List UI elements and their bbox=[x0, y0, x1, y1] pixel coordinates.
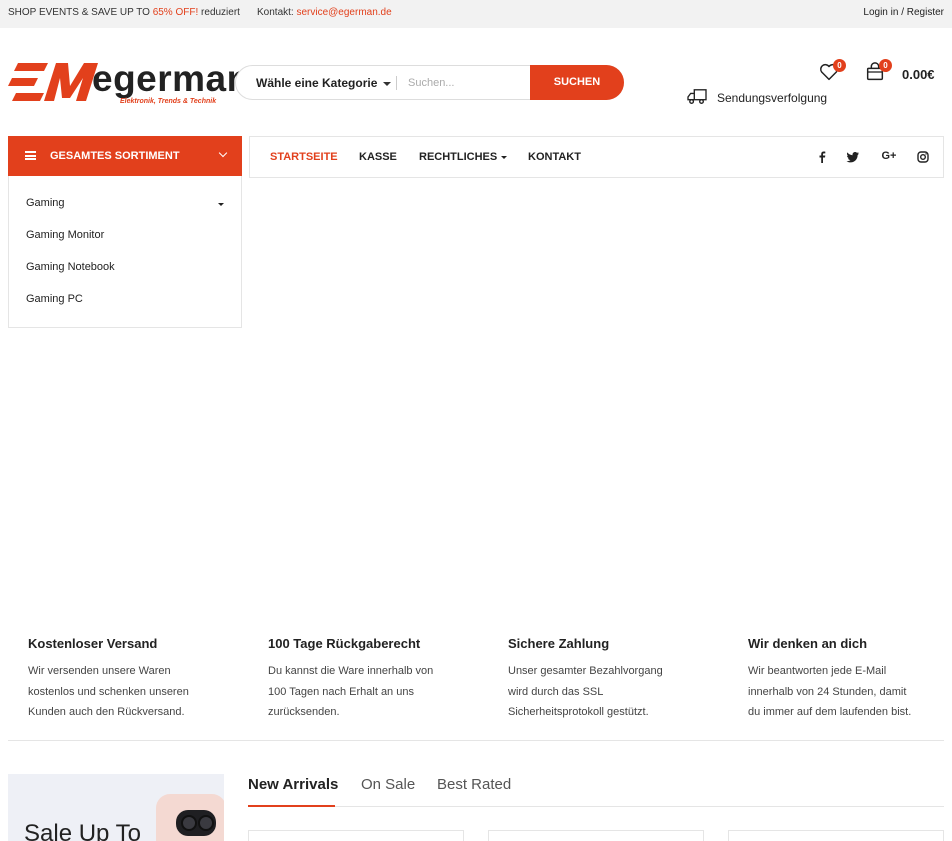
caret-down-icon[interactable] bbox=[218, 203, 224, 206]
promo-highlight: 65% OFF! bbox=[152, 7, 199, 18]
camera-lens-image bbox=[198, 815, 214, 831]
feature-line: Wir versenden unsere Waren bbox=[28, 665, 171, 677]
feature-line: wird durch das SSL bbox=[508, 685, 604, 698]
feature-title: Wir denken an dich bbox=[748, 636, 868, 651]
feature-text: Du kannst die Ware innerhalb von 100 Tag… bbox=[268, 661, 478, 723]
feature-secure-payment: Sichere Zahlung Unser gesamter Bezahlvor… bbox=[508, 636, 718, 723]
cart-total[interactable]: 0.00€ bbox=[902, 67, 935, 82]
feature-support: Wir denken an dich Wir beantworten jede … bbox=[748, 636, 952, 723]
logo-tagline: Elektronik, Trends & Technik bbox=[120, 98, 217, 105]
feature-line: Du kannst die Ware innerhalb von bbox=[268, 665, 434, 677]
instagram-icon[interactable] bbox=[916, 150, 930, 164]
feature-line: Wir beantworten jede E-Mail bbox=[748, 665, 887, 677]
site-logo[interactable]: egerman Elektronik, Trends & Technik bbox=[8, 58, 249, 108]
sidebar-item-gaming[interactable]: Gaming bbox=[26, 197, 65, 209]
search-bar: Wähle eine Kategorie SUCHEN bbox=[235, 65, 624, 100]
logo-word: egerman bbox=[92, 58, 250, 99]
sidebar-item-gaming-pc[interactable]: Gaming PC bbox=[26, 293, 83, 305]
contact-info: Kontakt: service@egerman.de bbox=[257, 7, 392, 18]
all-categories-button[interactable]: GESAMTES SORTIMENT bbox=[8, 136, 242, 176]
feature-line: Sicherheitsprotokoll gestützt. bbox=[508, 706, 649, 718]
tab-best-rated[interactable]: Best Rated bbox=[437, 776, 511, 793]
active-tab-indicator bbox=[248, 805, 335, 807]
all-categories-label: GESAMTES SORTIMENT bbox=[50, 150, 180, 162]
feature-line: innerhalb von 24 Stunden, damit bbox=[748, 685, 907, 698]
category-sidebar: Gaming Gaming Monitor Gaming Notebook Ga… bbox=[8, 176, 242, 328]
tab-new-arrivals[interactable]: New Arrivals bbox=[248, 776, 338, 793]
nav-item-startseite[interactable]: STARTSEITE bbox=[270, 151, 338, 163]
promo-prefix: SHOP EVENTS & SAVE UP TO bbox=[8, 7, 150, 18]
wishlist-count-badge: 0 bbox=[833, 59, 846, 72]
search-button[interactable]: SUCHEN bbox=[530, 65, 624, 100]
caret-down-icon bbox=[501, 155, 508, 159]
main-nav: STARTSEITE KASSE RECHTLICHES KONTAKT G+ bbox=[249, 136, 944, 178]
login-register-link[interactable]: Login in / Register bbox=[863, 7, 944, 18]
chevron-down-icon bbox=[218, 148, 228, 158]
nav-item-kasse[interactable]: KASSE bbox=[359, 151, 397, 163]
feature-line: Kunden auch den Rückversand. bbox=[28, 706, 185, 718]
feature-free-shipping: Kostenloser Versand Wir versenden unsere… bbox=[28, 636, 238, 723]
menu-icon bbox=[25, 151, 36, 160]
feature-title: Kostenloser Versand bbox=[28, 636, 158, 651]
feature-text: Wir versenden unsere Waren kostenlos und… bbox=[28, 661, 238, 723]
feature-line: Unser gesamter Bezahlvorgang bbox=[508, 665, 663, 677]
search-separator bbox=[396, 76, 397, 90]
product-card[interactable] bbox=[488, 830, 704, 841]
caret-down-icon bbox=[383, 81, 392, 86]
google-plus-icon[interactable]: G+ bbox=[880, 150, 898, 164]
banner-text: Sale Up To bbox=[24, 820, 141, 841]
sidebar-item-gaming-monitor[interactable]: Gaming Monitor bbox=[26, 229, 104, 241]
feature-title: 100 Tage Rückgaberecht bbox=[268, 636, 421, 651]
tab-on-sale[interactable]: On Sale bbox=[361, 776, 415, 793]
search-input[interactable] bbox=[408, 71, 518, 95]
sidebar-item-gaming-notebook[interactable]: Gaming Notebook bbox=[26, 261, 115, 273]
promo-suffix: reduziert bbox=[201, 7, 240, 18]
section-divider bbox=[8, 740, 944, 741]
contact-email-link[interactable]: service@egerman.de bbox=[296, 7, 391, 18]
category-select[interactable]: Wähle eine Kategorie bbox=[256, 76, 392, 90]
product-tabs: New Arrivals On Sale Best Rated bbox=[248, 776, 944, 807]
cart-button[interactable]: 0 bbox=[864, 59, 892, 83]
facebook-icon[interactable] bbox=[815, 150, 829, 164]
camera-lens-image bbox=[181, 815, 197, 831]
truck-icon bbox=[687, 89, 707, 104]
nav-item-kontakt[interactable]: KONTAKT bbox=[528, 151, 581, 163]
feature-text: Unser gesamter Bezahlvorgang wird durch … bbox=[508, 661, 718, 723]
cart-count-badge: 0 bbox=[879, 59, 892, 72]
sale-banner[interactable]: Sale Up To bbox=[8, 774, 224, 841]
feature-title: Sichere Zahlung bbox=[508, 636, 610, 651]
feature-line: zurücksenden. bbox=[268, 706, 340, 718]
logo-mark-icon bbox=[8, 63, 98, 101]
product-card[interactable] bbox=[248, 830, 464, 841]
feature-text: Wir beantworten jede E-Mail innerhalb vo… bbox=[748, 661, 952, 723]
twitter-icon[interactable] bbox=[846, 150, 860, 164]
feature-return-policy: 100 Tage Rückgaberecht Du kannst die War… bbox=[268, 636, 478, 723]
wishlist-button[interactable]: 0 bbox=[818, 59, 846, 83]
tracking-label: Sendungsverfolgung bbox=[717, 91, 828, 105]
product-card[interactable] bbox=[728, 830, 944, 841]
category-select-label: Wähle eine Kategorie bbox=[256, 76, 378, 90]
promo-text: SHOP EVENTS & SAVE UP TO 65% OFF! reduzi… bbox=[8, 7, 240, 18]
feature-line: du immer auf dem laufenden bist. bbox=[748, 706, 912, 718]
contact-label: Kontakt: bbox=[257, 7, 294, 18]
feature-line: kostenlos und schenken unseren bbox=[28, 685, 189, 698]
nav-item-rechtliches-label: RECHTLICHES bbox=[419, 151, 498, 163]
top-bar: SHOP EVENTS & SAVE UP TO 65% OFF! reduzi… bbox=[0, 0, 952, 28]
feature-line: 100 Tagen nach Erhalt an uns bbox=[268, 685, 414, 698]
nav-item-rechtliches[interactable]: RECHTLICHES bbox=[419, 151, 508, 163]
